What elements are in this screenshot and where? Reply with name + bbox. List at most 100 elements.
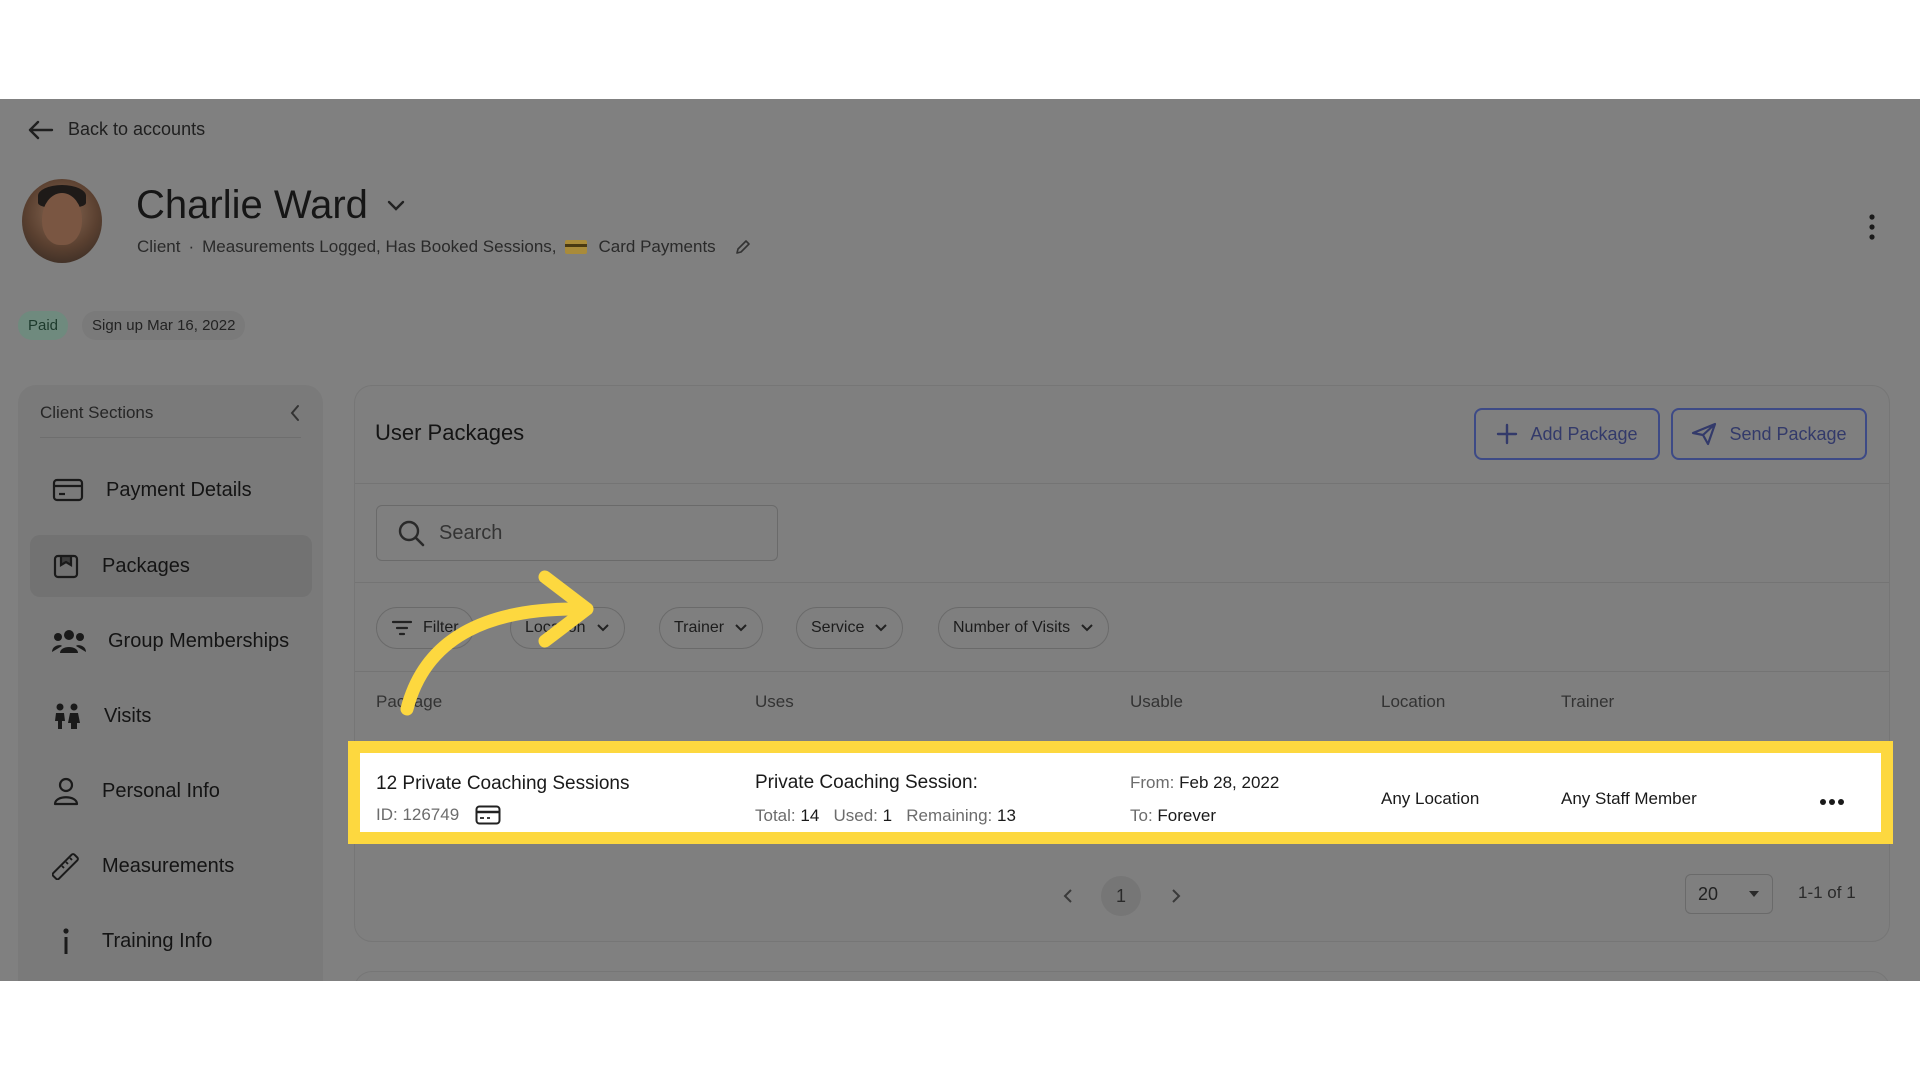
collapse-chevron-icon[interactable] (289, 404, 301, 422)
sidebar-item-group-memberships[interactable]: Group Memberships (30, 610, 312, 672)
pagination-range: 1-1 of 1 (1798, 883, 1856, 902)
sidebar-item-label: Payment Details (106, 478, 252, 501)
credit-card-icon (52, 478, 84, 502)
sidebar-item-label: Group Memberships (108, 629, 290, 652)
client-role: Client (137, 237, 181, 256)
signup-badge: Sign up Mar 16, 2022 (82, 311, 246, 340)
usable-to: To: Forever (1130, 806, 1216, 826)
avatar-face (42, 193, 82, 245)
client-name: Charlie Ward (136, 183, 368, 227)
column-header-usable: Usable (1130, 692, 1183, 711)
send-package-label: Send Package (1729, 423, 1847, 444)
back-label: Back to accounts (68, 119, 206, 139)
client-tags-text: Measurements Logged, Has Booked Sessions… (202, 237, 557, 256)
service-filter-label: Service (811, 619, 865, 636)
sidebar-item-payment-details[interactable]: Payment Details (30, 459, 312, 521)
trainer-filter-label: Trainer (674, 619, 725, 636)
sidebar-item-label: Personal Info (102, 779, 220, 802)
column-header-location: Location (1381, 692, 1446, 711)
service-filter[interactable]: Service (796, 607, 904, 649)
search-placeholder: Search (439, 521, 503, 544)
total-label: Total: (755, 806, 796, 825)
header-divider (355, 483, 1889, 484)
sidebar-item-training-info[interactable]: Training Info (30, 910, 312, 972)
prev-page-icon[interactable] (1062, 876, 1074, 904)
chevron-down-icon (735, 624, 747, 632)
column-header-trainer: Trainer (1561, 692, 1615, 711)
card-emoji-icon (564, 240, 587, 254)
sidebar-item-measurements[interactable]: Measurements (30, 835, 312, 897)
pencil-icon[interactable] (734, 238, 752, 256)
current-page: 1 (1101, 876, 1141, 916)
sidebar-item-visits[interactable]: Visits (30, 685, 312, 747)
client-tags: Client · Measurements Logged, Has Booked… (137, 237, 752, 257)
client-name-header: Charlie Ward (136, 183, 406, 228)
more-options-icon[interactable] (1868, 213, 1876, 246)
person-icon (53, 777, 79, 806)
row-actions-icon[interactable] (1819, 793, 1845, 811)
sidebar-header: Client Sections (40, 403, 301, 438)
sidebar-item-packages[interactable]: Packages (30, 535, 312, 597)
sidebar-item-label: Training Info (102, 929, 213, 952)
package-name: 12 Private Coaching Sessions (376, 773, 630, 794)
sidebar-item-label: Measurements (102, 854, 235, 877)
sidebar-title: Client Sections (40, 403, 154, 422)
paid-badge: Paid (18, 311, 69, 340)
send-icon (1692, 422, 1717, 446)
trainer-filter[interactable]: Trainer (659, 607, 764, 649)
curved-arrow-annotation (400, 570, 594, 716)
caret-down-icon (1749, 891, 1759, 897)
next-card-edge (354, 971, 1890, 981)
ruler-icon (52, 853, 79, 880)
from-label: From: (1130, 773, 1175, 792)
uses-title: Private Coaching Session: (755, 772, 978, 793)
arrow-left-icon (28, 120, 54, 139)
to-value: Forever (1157, 806, 1216, 825)
send-package-button[interactable]: Send Package (1671, 408, 1867, 460)
uses-counts: Total: 14 Used: 1 Remaining: 13 (755, 806, 1016, 826)
page-size-value: 20 (1698, 883, 1719, 904)
client-sections-sidebar: Client Sections Payment Details Packages… (18, 385, 323, 981)
tag-separator: · (188, 237, 195, 256)
visits-filter-label: Number of Visits (953, 619, 1071, 636)
package-id: ID: 126749 (376, 805, 460, 824)
page-size-select[interactable]: 20 (1685, 874, 1773, 914)
plus-icon (1497, 423, 1518, 445)
from-value: Feb 28, 2022 (1179, 773, 1280, 792)
chevron-down-icon[interactable] (386, 199, 406, 213)
usable-from: From: Feb 28, 2022 (1130, 773, 1279, 793)
package-id-wrap: ID: 126749 (376, 805, 501, 825)
info-icon (63, 928, 69, 954)
add-package-button[interactable]: Add Package (1474, 408, 1660, 460)
location-value: Any Location (1381, 789, 1480, 808)
card-payments-tag: Card Payments (598, 237, 716, 256)
page-number-button[interactable]: 1 (1101, 876, 1141, 916)
sidebar-item-personal-info[interactable]: Personal Info (30, 760, 312, 822)
add-package-label: Add Package (1530, 423, 1638, 444)
search-input[interactable]: Search (376, 505, 778, 561)
total-value: 14 (800, 806, 820, 825)
to-label: To: (1130, 806, 1153, 825)
used-label: Used: (833, 806, 878, 825)
column-header-uses: Uses (755, 692, 794, 711)
search-icon (398, 520, 425, 547)
app-screen: Back to accounts Charlie Ward Client · M… (0, 99, 1920, 981)
group-icon (52, 630, 86, 653)
sidebar-item-label: Visits (104, 704, 152, 727)
sidebar-item-label: Packages (102, 554, 190, 577)
number-of-visits-filter[interactable]: Number of Visits (938, 607, 1110, 649)
next-page-icon[interactable] (1170, 876, 1182, 904)
package-icon (53, 554, 79, 579)
used-value: 1 (882, 806, 893, 825)
remaining-value: 13 (997, 806, 1016, 825)
table-row[interactable]: 12 Private Coaching Sessions ID: 126749 … (348, 741, 1893, 844)
remaining-label: Remaining: (906, 806, 993, 825)
credit-card-icon (475, 805, 501, 825)
panel-title: User Packages (375, 420, 525, 445)
avatar[interactable] (22, 179, 102, 263)
chevron-down-icon (875, 624, 888, 632)
trainer-value: Any Staff Member (1561, 789, 1697, 808)
chevron-down-icon (1081, 624, 1093, 632)
status-badges: Paid Sign up Mar 16, 2022 (18, 311, 246, 340)
back-to-accounts-link[interactable]: Back to accounts (28, 119, 205, 140)
